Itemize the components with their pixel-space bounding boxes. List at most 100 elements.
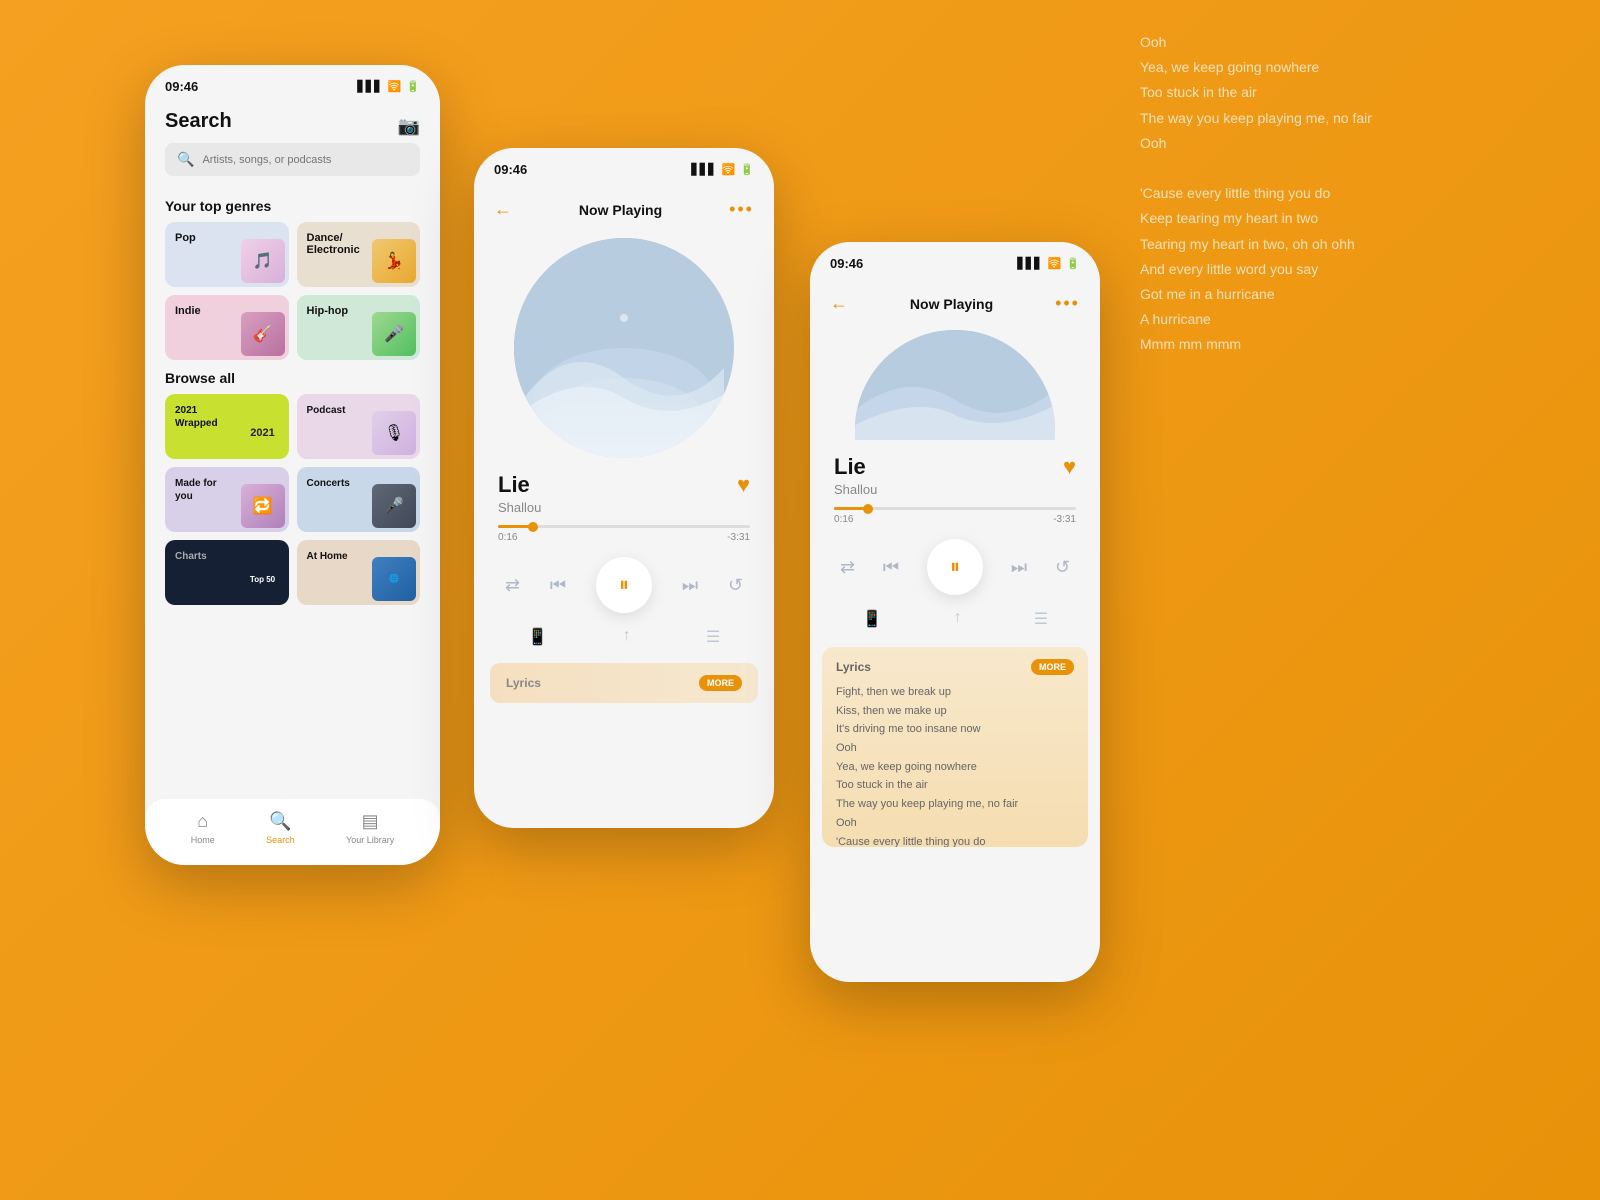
browse-madeforyou[interactable]: Made foryou 🔁 [165,467,289,532]
exp-heart-button[interactable]: ♥ [1063,454,1076,480]
status-time: 09:46 [165,79,198,94]
search-bar[interactable]: 🔍 [165,143,420,176]
exp-more-button[interactable]: ••• [1055,293,1080,314]
more-button[interactable]: MORE [699,675,742,691]
exp-extra-controls: 📱 ↑ ☰ [810,605,1100,639]
lyrics-line: Got me in a hurricane [1140,282,1560,307]
browse-podcast[interactable]: Podcast 🎙 [297,394,421,459]
nav-search[interactable]: 🔍 Search [266,811,295,845]
search-phone: 09:46 ▋▋▋ 🛜 🔋 Search 📷 🔍 Your top genres… [145,65,440,865]
genre-pop-label: Pop [175,232,196,244]
exp-status-bar: 09:46 ▋▋▋ 🛜 🔋 [810,242,1100,279]
exp-devices-button[interactable]: 📱 [862,609,882,629]
exp-share-button[interactable]: ↑ [954,609,962,629]
exp-album-art [855,330,1055,440]
play-pause-button[interactable]: ⏸ [596,557,652,613]
lyrics-line: Mmm mm mmm [1140,332,1560,357]
nav-search-label: Search [266,835,295,845]
exp-more-button[interactable]: MORE [1031,659,1074,675]
exp-wifi-icon: 🛜 [1048,257,1062,270]
lyrics-line: 'Cause every little thing you do [1140,181,1560,206]
time-labels: 0:16 -3:31 [498,532,750,543]
search-input[interactable] [202,154,408,166]
np-status-time: 09:46 [494,162,527,177]
exp-progress-container: 0:16 -3:31 [810,503,1100,529]
exp-progress-thumb [863,504,873,514]
lyrics-line: Too stuck in the air [1140,80,1560,105]
browse-wrapped[interactable]: 2021Wrapped 2021 [165,394,289,459]
now-playing-phone: 09:46 ▋▋▋ 🛜 🔋 ← Now Playing ••• Lie [474,148,774,828]
exp-back-button[interactable]: ← [830,293,848,314]
concerts-thumb: 🎤 [372,484,416,528]
next-button[interactable]: ⏭ [682,575,698,596]
repeat-button[interactable]: ↺ [728,575,743,596]
home-icon: ⌂ [197,811,208,832]
track-name: Lie [498,472,541,498]
exp-progress-track[interactable] [834,507,1076,510]
exp-pause-icon: ⏸ [950,556,960,579]
background-lyrics: Ooh Yea, we keep going nowhere Too stuck… [1100,0,1600,387]
lyrics-bar-label: Lyrics [506,676,541,690]
exp-next-button[interactable]: ⏭ [1011,557,1027,578]
progress-track[interactable] [498,525,750,528]
madeforyou-thumb: 🔁 [241,484,285,528]
expanded-phone: 09:46 ▋▋▋ 🛜 🔋 ← Now Playing ••• Lie Shal… [810,242,1100,982]
browse-athome[interactable]: At Home 🌐 [297,540,421,605]
lyrics-line: And every little word you say [1140,257,1560,282]
browse-all-title: Browse all [145,360,440,394]
browse-charts[interactable]: Charts Top 50 [165,540,289,605]
exp-queue-button[interactable]: ☰ [1034,609,1048,629]
browse-grid: 2021Wrapped 2021 Podcast 🎙 Made foryou 🔁… [145,394,440,605]
search-nav-icon: 🔍 [269,811,291,832]
nav-home[interactable]: ⌂ Home [191,811,215,845]
nav-library[interactable]: ▤ Your Library [346,811,394,845]
lyrics-line: Yea, we keep going nowhere [1140,55,1560,80]
genre-dance-label: Dance/Electronic [307,232,360,256]
genre-pop[interactable]: Pop 🎵 [165,222,289,287]
genre-indie-thumb: 🎸 [241,312,285,356]
np-wifi-icon: 🛜 [722,163,736,176]
track-info: Lie Shallou ♥ [474,458,774,521]
exp-shuffle-button[interactable]: ⇄ [840,557,855,578]
charts-label: Charts [175,550,207,563]
heart-button[interactable]: ♥ [737,472,750,498]
lyrics-bar[interactable]: Lyrics MORE [490,663,758,703]
lyrics-line-9: 'Cause every little thing you do [836,833,1074,848]
share-button[interactable]: ↑ [623,627,631,647]
np-more-button[interactable]: ••• [729,199,754,220]
queue-button[interactable]: ☰ [706,627,720,647]
search-icon: 🔍 [177,151,194,168]
wrapped-thumb: 2021 [241,411,285,455]
lyrics-line [1140,156,1560,181]
lyrics-line-1: Fight, then we break up [836,683,1074,702]
genre-indie-label: Indie [175,305,201,317]
genre-indie[interactable]: Indie 🎸 [165,295,289,360]
lyrics-line: Keep tearing my heart in two [1140,206,1560,231]
exp-prev-button[interactable]: ⏮ [883,557,899,578]
extra-controls: 📱 ↑ ☰ [474,623,774,657]
camera-icon[interactable]: 📷 [398,116,420,137]
browse-concerts[interactable]: Concerts 🎤 [297,467,421,532]
lyrics-line-8: Ooh [836,814,1074,833]
lyrics-line-3: It's driving me too insane now [836,720,1074,739]
prev-button[interactable]: ⏮ [550,575,566,596]
search-header: Search 📷 🔍 [145,102,440,188]
exp-lyrics-header: Lyrics MORE [836,659,1074,675]
np-back-button[interactable]: ← [494,199,512,220]
lyrics-line-6: Too stuck in the air [836,776,1074,795]
genre-dance[interactable]: Dance/Electronic 💃 [297,222,421,287]
lyrics-line-5: Yea, we keep going nowhere [836,758,1074,777]
lyrics-line: The way you keep playing me, no fair [1140,106,1560,131]
charts-thumb: Top 50 [241,557,285,601]
exp-status-time: 09:46 [830,256,863,271]
devices-button[interactable]: 📱 [528,627,548,647]
genre-hiphop[interactable]: Hip-hop 🎤 [297,295,421,360]
wrapped-label: 2021Wrapped [175,404,218,430]
nav-library-label: Your Library [346,835,394,845]
album-art [514,238,734,458]
exp-track-artist: Shallou [834,482,877,497]
exp-repeat-button[interactable]: ↺ [1055,557,1070,578]
shuffle-button[interactable]: ⇄ [505,575,520,596]
exp-play-pause-button[interactable]: ⏸ [927,539,983,595]
album-art-container [474,228,774,458]
